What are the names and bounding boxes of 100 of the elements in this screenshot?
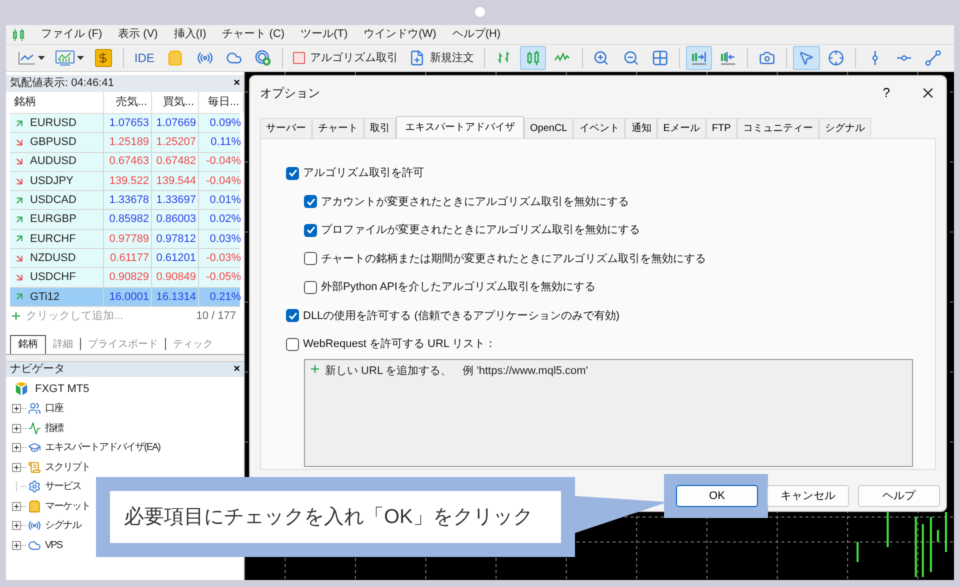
expand-icon[interactable]: [12, 521, 21, 530]
dialog-tab[interactable]: Eメール: [657, 118, 706, 138]
menu-item[interactable]: ツール(T): [300, 26, 348, 43]
dollar-icon: [95, 49, 112, 67]
toolbar-button[interactable]: 新規注文: [405, 46, 478, 70]
dialog-tab[interactable]: 取引: [364, 118, 396, 138]
add-url-text[interactable]: 新しい URL を追加する、 例 'https://www.mql5.com': [325, 362, 588, 379]
bid-cell: 0.85982: [104, 210, 152, 229]
quote-row[interactable]: AUDUSD 0.67463 0.67482 -0.04%: [10, 152, 240, 172]
ask-cell: 0.97812: [152, 230, 199, 248]
tree-item[interactable]: サービス: [45, 479, 81, 494]
expand-icon[interactable]: [12, 443, 21, 452]
column-header[interactable]: 銘柄: [10, 92, 104, 113]
tree-item[interactable]: 口座: [45, 401, 63, 416]
candlestick-icon: [525, 49, 542, 67]
symbol-cell-text: USDCHF: [30, 270, 76, 286]
symbol-count: 10 / 177: [196, 308, 237, 324]
tree-item[interactable]: 指標: [45, 420, 63, 436]
toolbar-button[interactable]: アルゴリズム取引: [289, 46, 402, 70]
ide-button[interactable]: IDE: [129, 46, 160, 70]
expand-icon[interactable]: [12, 462, 21, 472]
dialog-button[interactable]: キャンセル: [767, 485, 849, 507]
dialog-tab[interactable]: エキスパートアドバイザ: [396, 116, 524, 138]
change-cell-text: 0.03%: [208, 232, 242, 247]
bid-cell: 1.33678: [104, 191, 152, 210]
dialog-tab[interactable]: OpenCL: [524, 118, 574, 138]
quote-row[interactable]: USDJPY 139.522 139.544 -0.04%: [10, 172, 240, 192]
close-button[interactable]: ×: [234, 364, 240, 375]
dialog-tab[interactable]: サーバー: [260, 118, 312, 138]
menu-item[interactable]: チャート (C): [222, 26, 285, 43]
checkbox-label: 外部Python APIを介したアルゴリズム取引を無効にする: [321, 280, 596, 295]
new-order-icon: [409, 50, 426, 66]
checkbox[interactable]: [286, 309, 299, 322]
panel-tab[interactable]: 銘柄: [10, 334, 46, 354]
dialog-button[interactable]: ヘルプ: [858, 485, 940, 507]
dialog-title: オプション: [260, 85, 320, 102]
expand-icon[interactable]: [12, 540, 21, 550]
cursor-icon: [798, 49, 814, 67]
checkbox[interactable]: [304, 195, 317, 208]
quote-row[interactable]: EURGBP 0.85982 0.86003 0.02%: [10, 210, 240, 230]
tree-root[interactable]: FXGT MT5: [35, 380, 90, 398]
checkbox[interactable]: [304, 224, 317, 237]
target-plus-icon: [255, 49, 272, 67]
ask-cell: 1.33697: [152, 191, 199, 210]
expand-icon[interactable]: [12, 404, 21, 414]
column-header[interactable]: 売気...: [104, 92, 152, 113]
dialog-tab[interactable]: FTP: [706, 118, 737, 138]
dialog-tab[interactable]: イベント: [573, 118, 626, 138]
ask-cell: 0.67482: [152, 152, 199, 171]
checkbox-label: プロファイルが変更されたときにアルゴリズム取引を無効にする: [321, 222, 640, 238]
checkbox[interactable]: [304, 252, 317, 266]
checkbox[interactable]: [304, 280, 317, 294]
auto-scroll-icon: [720, 49, 736, 67]
dialog-tab[interactable]: チャート: [312, 118, 364, 138]
dialog-button[interactable]: OK: [676, 485, 758, 507]
help-button[interactable]: ?: [882, 83, 890, 103]
quote-row[interactable]: EURUSD 1.07653 1.07669 0.09%: [10, 114, 240, 134]
tree-item[interactable]: スクリプト: [45, 460, 90, 475]
checkbox[interactable]: [286, 338, 299, 351]
dialog-tab[interactable]: 通知: [625, 118, 658, 138]
quote-row[interactable]: USDCHF 0.90829 0.90849 -0.05%: [10, 268, 240, 288]
quote-row[interactable]: EURCHF 0.97789 0.97812 0.03%: [10, 230, 240, 250]
quote-row[interactable]: USDCAD 1.33678 1.33697 0.01%: [10, 191, 240, 210]
menu-item[interactable]: 挿入(I): [174, 26, 206, 43]
panel-tab[interactable]: 詳細: [46, 334, 80, 354]
panel-tab[interactable]: プライスボード: [81, 334, 165, 354]
tree-item[interactable]: シグナル: [45, 518, 81, 534]
toolbar-button[interactable]: [686, 46, 712, 70]
quote-row[interactable]: NZDUSD 0.61177 0.61201 -0.03%: [10, 249, 240, 268]
expand-icon[interactable]: [12, 502, 21, 511]
tree-item[interactable]: VPS: [45, 538, 62, 553]
square-icon: [293, 52, 306, 64]
panel-tab[interactable]: ティック: [166, 334, 220, 354]
symbol-cell-text: GTi12: [30, 290, 60, 305]
checkbox[interactable]: [286, 166, 299, 180]
column-header[interactable]: 毎日...: [199, 92, 244, 113]
menu-item[interactable]: ウインドウ(W): [364, 26, 436, 43]
bid-cell: 16.0001: [104, 288, 152, 306]
toolbar-button[interactable]: [793, 46, 820, 70]
url-list[interactable]: 新しい URL を追加する、 例 'https://www.mql5.com': [304, 358, 913, 466]
graduation-cap-icon: [28, 441, 41, 454]
expand-icon[interactable]: [12, 424, 21, 433]
tree-item[interactable]: エキスパートアドバイザ(EA): [45, 440, 160, 456]
quote-row[interactable]: GBPUSD 1.25189 1.25207 0.11%: [10, 133, 240, 153]
dialog-tab[interactable]: シグナル: [818, 118, 871, 138]
ask-cell: 139.544: [152, 172, 199, 190]
menu-item[interactable]: ファイル (F): [41, 26, 102, 43]
logo-icon: [14, 381, 29, 396]
toolbar-button[interactable]: [520, 46, 546, 70]
column-header[interactable]: 買気...: [152, 92, 199, 113]
menu-item[interactable]: ヘルプ(H): [452, 26, 501, 43]
zoom-in-icon: [593, 49, 610, 67]
menu-item[interactable]: 表示 (V): [118, 26, 158, 43]
change-cell-text: 0.02%: [208, 212, 242, 228]
change-cell-text: 0.09%: [208, 116, 242, 131]
tree-item[interactable]: マーケット: [45, 498, 90, 514]
close-button[interactable]: ×: [234, 78, 240, 89]
panel-title: 気配値表示: 04:46:41: [10, 76, 114, 92]
checkbox-label: アカウントが変更されたときにアルゴリズム取引を無効にする: [321, 194, 629, 210]
dialog-tab[interactable]: コミュニティー: [736, 118, 819, 138]
